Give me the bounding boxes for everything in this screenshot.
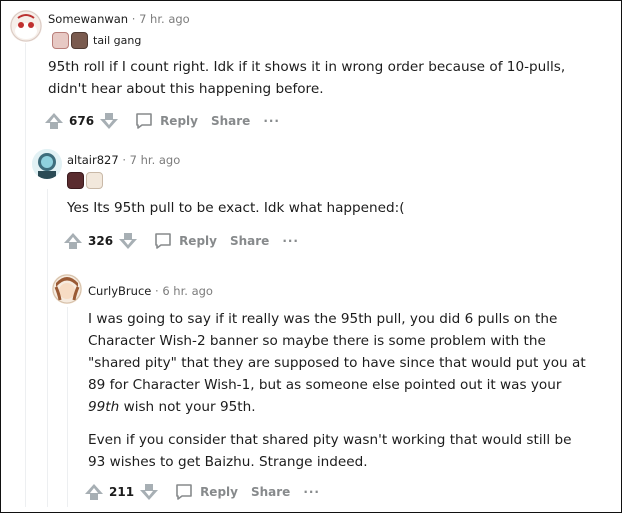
vote-score: 211 <box>109 485 135 499</box>
downvote-icon[interactable] <box>98 110 120 132</box>
avatar-image <box>52 274 82 304</box>
comment-meta: altair827 · 7 hr. ago <box>67 153 180 167</box>
meta-separator: · <box>122 153 126 167</box>
emphasized-text: 99th <box>88 399 120 415</box>
reply-label: Reply <box>179 234 217 248</box>
thread-line[interactable] <box>67 307 68 507</box>
character-flair-icon <box>52 31 69 49</box>
meta-separator: · <box>131 12 136 26</box>
username[interactable]: CurlyBruce <box>88 284 151 298</box>
reply-button[interactable]: Reply <box>174 482 238 502</box>
downvote-icon[interactable] <box>117 230 139 252</box>
reply-button[interactable]: Reply <box>134 111 198 131</box>
character-flair-icon <box>67 171 84 189</box>
share-button[interactable]: Share <box>230 234 269 248</box>
timestamp[interactable]: 6 hr. ago <box>162 284 213 298</box>
share-button[interactable]: Share <box>211 114 250 128</box>
avatar[interactable] <box>32 149 62 179</box>
vote-score: 676 <box>69 114 95 128</box>
upvote-icon[interactable] <box>43 110 65 132</box>
comment-body: I was going to say if it really was the … <box>88 308 588 473</box>
comment-actions: 211 Reply Share ··· <box>83 480 320 504</box>
vote-score: 326 <box>88 234 114 248</box>
comment-text: wish not your 95th. <box>119 399 256 415</box>
flair-text: tail gang <box>93 33 142 47</box>
reply-label: Reply <box>160 114 198 128</box>
comment-body: 95th roll if I count right. Idk if it sh… <box>48 56 568 100</box>
timestamp[interactable]: 7 hr. ago <box>139 12 190 26</box>
comment-paragraph: Yes Its 95th pull to be exact. Idk what … <box>67 200 405 216</box>
share-button[interactable]: Share <box>251 485 290 499</box>
reply-icon <box>176 484 192 500</box>
thread-line[interactable] <box>25 43 26 507</box>
meta-separator: · <box>155 284 159 298</box>
user-flair: tail gang <box>52 31 142 49</box>
downvote-icon[interactable] <box>138 481 160 503</box>
comment-text: I was going to say if it really was the … <box>88 311 586 393</box>
comment-thread: Somewanwan · 7 hr. ago tail gang 95th ro… <box>0 0 622 513</box>
character-flair-icon <box>86 171 103 189</box>
comment-body: Yes Its 95th pull to be exact. Idk what … <box>67 197 587 219</box>
comment-paragraph: I was going to say if it really was the … <box>88 308 588 418</box>
comment-meta: CurlyBruce · 6 hr. ago <box>88 284 213 298</box>
more-options-button[interactable]: ··· <box>282 234 299 248</box>
avatar-image <box>32 149 62 179</box>
comment-paragraph: Even if you consider that shared pity wa… <box>88 432 572 470</box>
avatar[interactable] <box>10 10 42 42</box>
reply-icon <box>155 233 171 249</box>
reply-icon <box>136 113 152 129</box>
comment-meta: Somewanwan · 7 hr. ago <box>48 12 190 26</box>
thread-line[interactable] <box>47 189 48 507</box>
comment-paragraph: 95th roll if I count right. Idk if it sh… <box>48 59 566 97</box>
comment-actions: 676 Reply Share ··· <box>43 109 280 133</box>
avatar-image <box>10 10 42 42</box>
more-options-button[interactable]: ··· <box>303 485 320 499</box>
timestamp[interactable]: 7 hr. ago <box>130 153 181 167</box>
reply-button[interactable]: Reply <box>153 231 217 251</box>
reply-label: Reply <box>200 485 238 499</box>
avatar[interactable] <box>52 274 82 304</box>
more-options-button[interactable]: ··· <box>263 114 280 128</box>
user-flair <box>67 171 103 189</box>
username[interactable]: Somewanwan <box>48 12 128 26</box>
upvote-icon[interactable] <box>83 481 105 503</box>
upvote-icon[interactable] <box>62 230 84 252</box>
character-flair-icon <box>71 31 88 49</box>
comment-actions: 326 Reply Share ··· <box>62 229 299 253</box>
username[interactable]: altair827 <box>67 153 119 167</box>
